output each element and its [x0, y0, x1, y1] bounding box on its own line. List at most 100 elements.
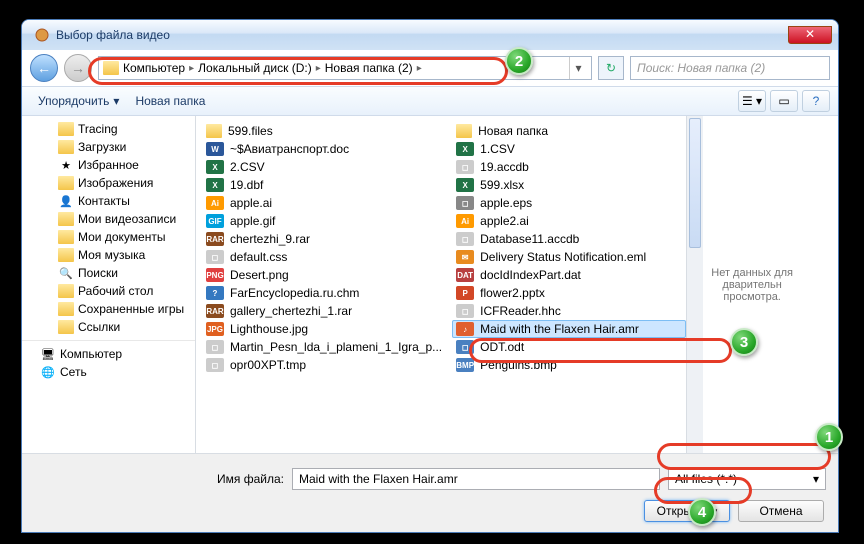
file-item[interactable]: W~$Авиатранспорт.doc	[202, 140, 446, 158]
file-item[interactable]: DATdocIdIndexPart.dat	[452, 266, 686, 284]
file-name: 19.dbf	[230, 178, 263, 192]
tree-item[interactable]: Рабочий стол	[22, 282, 195, 300]
search-input[interactable]: Поиск: Новая папка (2)	[630, 56, 830, 80]
file-item[interactable]: RARchertezhi_9.rar	[202, 230, 446, 248]
tree-item[interactable]: 🔍Поиски	[22, 264, 195, 282]
file-item[interactable]: Pflower2.pptx	[452, 284, 686, 302]
close-button[interactable]: ✕	[788, 26, 832, 44]
file-name: opr00XPT.tmp	[230, 358, 306, 372]
cancel-button[interactable]: Отмена	[738, 500, 824, 522]
back-button[interactable]: ←	[30, 54, 58, 82]
file-icon: ◻	[206, 358, 224, 372]
file-name: ICFReader.hhc	[480, 304, 561, 318]
scrollbar-thumb[interactable]	[689, 118, 701, 248]
bottom-panel: Имя файла: Maid with the Flaxen Hair.amr…	[22, 453, 838, 532]
file-item[interactable]: GIFapple.gif	[202, 212, 446, 230]
organize-button[interactable]: Упорядочить ▾	[30, 90, 127, 112]
file-list[interactable]: 599.filesW~$Авиатранспорт.docX2.CSVX19.d…	[196, 116, 838, 453]
tree-item[interactable]: Моя музыка	[22, 246, 195, 264]
tree-item[interactable]: 🖥Компьютер	[22, 340, 195, 363]
preview-toggle[interactable]: ▭	[770, 90, 798, 112]
file-name: 19.accdb	[480, 160, 529, 174]
file-item[interactable]: X1.CSV	[452, 140, 686, 158]
file-icon: BMP	[456, 358, 474, 372]
refresh-button[interactable]: ↻	[598, 56, 624, 80]
file-icon: RAR	[206, 304, 224, 318]
forward-button[interactable]: →	[64, 54, 92, 82]
file-item[interactable]: Aiapple2.ai	[452, 212, 686, 230]
help-button[interactable]: ?	[802, 90, 830, 112]
file-icon: X	[456, 142, 474, 156]
file-item[interactable]: ◻Martin_Pesn_lda_i_plameni_1_Igra_p...	[202, 338, 446, 356]
file-item[interactable]: ✉ Delivery Status Notification.eml	[452, 248, 686, 266]
file-name: Penguins.bmp	[480, 358, 557, 372]
file-name: ~$Авиатранспорт.doc	[230, 142, 349, 156]
file-item[interactable]: ◻default.css	[202, 248, 446, 266]
crumb-0[interactable]: Компьютер	[123, 61, 185, 75]
file-item[interactable]: ◻19.accdb	[452, 158, 686, 176]
file-name: Martin_Pesn_lda_i_plameni_1_Igra_p...	[230, 340, 442, 354]
file-name: Delivery Status Notification.eml	[480, 250, 646, 264]
folder-icon	[103, 61, 119, 75]
file-dialog: Выбор файла видео ✕ ← → Компьютер▸ Локал…	[21, 19, 839, 533]
file-item[interactable]: ◻ODT.odt	[452, 338, 686, 356]
crumb-1[interactable]: Локальный диск (D:)	[198, 61, 312, 75]
file-item[interactable]: ◻apple.eps	[452, 194, 686, 212]
window-title: Выбор файла видео	[56, 28, 170, 42]
filename-field[interactable]: Maid with the Flaxen Hair.amr	[292, 468, 660, 490]
file-icon: ?	[206, 286, 224, 300]
file-icon: X	[206, 160, 224, 174]
file-item[interactable]: X599.xlsx	[452, 176, 686, 194]
file-icon: ♪	[456, 322, 474, 336]
tree-item[interactable]: Загрузки	[22, 138, 195, 156]
file-icon: ✉	[456, 250, 474, 264]
file-icon: RAR	[206, 232, 224, 246]
file-item[interactable]: JPGLighthouse.jpg	[202, 320, 446, 338]
chevron-down-icon: ▾	[113, 94, 119, 108]
folder-icon	[58, 140, 74, 154]
tree-item[interactable]: Tracing	[22, 120, 195, 138]
file-name: docIdIndexPart.dat	[480, 268, 581, 282]
tree-item[interactable]: Изображения	[22, 174, 195, 192]
dialog-body: TracingЗагрузки★ИзбранноеИзображения👤Кон…	[22, 116, 838, 453]
callout-3: 3	[730, 328, 758, 356]
file-name: flower2.pptx	[480, 286, 545, 300]
file-item[interactable]: ?FarEncyclopedia.ru.chm	[202, 284, 446, 302]
file-item[interactable]: BMP Penguins.bmp	[452, 356, 686, 374]
nav-tree[interactable]: TracingЗагрузки★ИзбранноеИзображения👤Кон…	[22, 116, 196, 453]
file-item[interactable]: X2.CSV	[202, 158, 446, 176]
nav-row: ← → Компьютер▸ Локальный диск (D:)▸ Нова…	[22, 50, 838, 86]
file-item[interactable]: RARgallery_chertezhi_1.rar	[202, 302, 446, 320]
file-icon: ◻	[456, 304, 474, 318]
file-icon: X	[456, 178, 474, 192]
file-item[interactable]: ◻Database11.accdb	[452, 230, 686, 248]
file-name: 599.files	[228, 124, 273, 138]
open-button[interactable]: Открыть ▾	[644, 500, 730, 522]
file-name: apple.eps	[480, 196, 532, 210]
chevron-down-icon[interactable]: ▾	[569, 57, 587, 79]
file-item[interactable]: Aiapple.ai	[202, 194, 446, 212]
view-button[interactable]: ☰ ▾	[738, 90, 766, 112]
file-icon: ◻	[456, 232, 474, 246]
filetype-select[interactable]: All files (*.*)▾	[668, 468, 826, 490]
crumb-2[interactable]: Новая папка (2)	[325, 61, 413, 75]
tree-item[interactable]: Мои документы	[22, 228, 195, 246]
tree-item[interactable]: Мои видеозаписи	[22, 210, 195, 228]
tree-item[interactable]: 🌐Сеть	[22, 363, 195, 381]
callout-4: 4	[688, 498, 716, 526]
tree-item[interactable]: Ссылки	[22, 318, 195, 336]
file-item[interactable]: ◻ opr00XPT.tmp	[202, 356, 446, 374]
file-name: apple.ai	[230, 196, 272, 210]
file-item[interactable]: PNGDesert.png	[202, 266, 446, 284]
file-item[interactable]: ◻ ICFReader.hhc	[452, 302, 686, 320]
tree-item[interactable]: 👤Контакты	[22, 192, 195, 210]
file-item[interactable]: X19.dbf	[202, 176, 446, 194]
tree-item[interactable]: Сохраненные игры	[22, 300, 195, 318]
titlebar[interactable]: Выбор файла видео ✕	[22, 20, 838, 50]
file-item[interactable]: ♪Maid with the Flaxen Hair.amr	[452, 320, 686, 338]
new-folder-button[interactable]: Новая папка	[127, 90, 213, 112]
scrollbar[interactable]	[686, 116, 703, 453]
file-item[interactable]: Новая папка	[452, 122, 686, 140]
tree-item[interactable]: ★Избранное	[22, 156, 195, 174]
file-item[interactable]: 599.files	[202, 122, 446, 140]
